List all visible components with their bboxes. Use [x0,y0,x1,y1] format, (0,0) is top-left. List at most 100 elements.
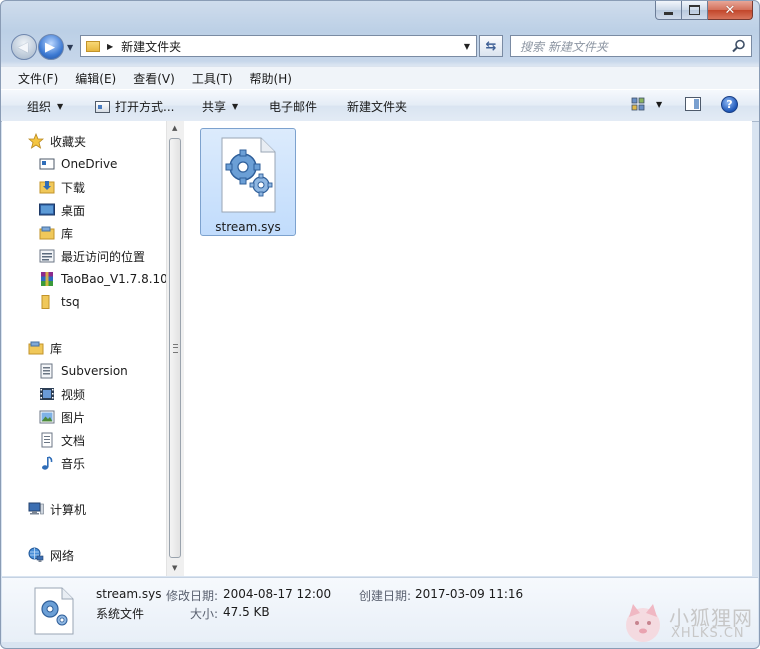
nav-item-tsq[interactable]: tsq [39,292,80,312]
documents-icon [41,432,53,448]
nav-network[interactable]: 网络 [28,545,74,565]
nav-item-label: 视频 [61,387,86,402]
maximize-icon [689,5,700,15]
nav-item-label: 下载 [61,180,86,195]
folder-icon [86,40,100,52]
nav-item-recent-places[interactable]: 最近访问的位置 [39,246,145,266]
nav-computer[interactable]: 计算机 [28,499,86,519]
nav-item-libraries-shortcut[interactable]: 库 [39,223,73,243]
nav-item-music[interactable]: 音乐 [39,453,85,473]
nav-libraries[interactable]: 库 [28,338,62,358]
open-with-icon [95,100,110,113]
nav-item-subversion[interactable]: Subversion [39,361,128,381]
scroll-down-icon[interactable]: ▼ [172,564,177,572]
address-history-dropdown-icon[interactable]: ▼ [464,42,470,51]
detail-file-type: 系统文件 [96,607,145,621]
email-button[interactable]: 电子邮件 [269,98,317,115]
menu-file[interactable]: 文件(F) [18,70,58,87]
nav-item-label: 图片 [61,410,86,425]
refresh-button[interactable]: ⇆ [479,35,503,57]
share-label: 共享 [202,100,227,114]
maximize-button[interactable] [682,1,708,20]
nav-item-label: 音乐 [61,456,86,471]
organize-button[interactable]: 组织 ▼ [27,98,63,115]
breadcrumb-current[interactable]: 新建文件夹 [121,38,181,55]
help-icon[interactable]: ? [721,96,738,113]
breadcrumb-chevron-icon[interactable]: ▶ [107,42,113,51]
recent-places-icon [39,249,55,263]
menu-view[interactable]: 查看(V) [133,70,175,87]
nav-favorites[interactable]: 收藏夹 [28,131,86,151]
nav-libraries-label: 库 [50,341,63,356]
scrollbar-grip-icon [173,344,178,353]
subversion-library-icon [40,363,53,379]
nav-item-documents[interactable]: 文档 [39,430,85,450]
detail-file-name: stream.sys [96,587,162,601]
detail-modified-value: 2004-08-17 12:00 [223,587,332,601]
fox-logo-icon [626,604,660,642]
detail-created-value: 2017-03-09 11:16 [415,587,524,601]
library-icon [39,226,55,240]
file-name: stream.sys [215,220,281,234]
nav-item-videos[interactable]: 视频 [39,384,85,404]
navigation-pane: 收藏夹 OneDrive 下载 桌面 库 最近访问的位置 TaoBao_V1.7… [2,121,184,576]
detail-size-value: 47.5 KB [223,605,270,619]
nav-item-onedrive[interactable]: OneDrive [39,154,117,174]
computer-icon [28,502,44,515]
detail-modified-label: 修改日期: [166,589,219,603]
detail-created-label: 创建日期: [359,589,412,603]
open-with-label: 打开方式... [115,100,175,114]
nav-item-label: Subversion [61,364,128,378]
file-item[interactable]: stream.sys [200,128,296,236]
menu-tools[interactable]: 工具(T) [192,70,233,87]
network-icon [28,547,44,562]
music-icon [42,456,53,470]
new-folder-button[interactable]: 新建文件夹 [347,98,407,115]
nav-favorites-label: 收藏夹 [50,134,87,149]
star-icon [28,133,44,149]
chevron-down-icon: ▼ [232,102,239,111]
forward-arrow-icon: ▶ [45,40,55,55]
open-with-button[interactable]: 打开方式... [95,98,174,115]
search-icon[interactable] [732,39,746,53]
back-button[interactable]: ◀ [11,34,37,60]
file-list-area[interactable]: stream.sys [184,121,752,576]
close-icon: ✕ [724,2,736,18]
preview-pane-icon[interactable] [685,97,701,111]
search-input[interactable]: 搜索 新建文件夹 [510,35,752,57]
caption-buttons: ✕ [655,1,753,21]
view-options-dropdown-icon[interactable]: ▼ [656,100,662,109]
nav-item-label: OneDrive [61,157,118,171]
address-bar[interactable]: ▶ 新建文件夹 ▼ [80,35,477,57]
nav-item-downloads[interactable]: 下载 [39,177,85,197]
share-button[interactable]: 共享 ▼ [202,98,238,115]
command-toolbar: 组织 ▼ 打开方式... 共享 ▼ 电子邮件 新建文件夹 ▼ ? [1,89,759,122]
scroll-up-icon[interactable]: ▲ [172,124,177,132]
menu-bar: 文件(F) 编辑(E) 查看(V) 工具(T) 帮助(H) [1,66,759,89]
nav-item-pictures[interactable]: 图片 [39,407,85,427]
nav-item-label: 最近访问的位置 [61,249,146,264]
video-icon [40,388,54,400]
menu-edit[interactable]: 编辑(E) [75,70,116,87]
nav-item-label: tsq [61,295,80,309]
scrollbar-thumb[interactable] [169,138,181,558]
new-folder-label: 新建文件夹 [347,100,408,114]
explorer-window: ✕ ◀ ▶ ▼ ▶ 新建文件夹 ▼ ⇆ 搜索 新建文件夹 文件(F) 编辑(E)… [0,0,760,649]
watermark-en: XHLKS.CN [671,626,745,641]
change-view-icon[interactable] [631,97,645,111]
close-button[interactable]: ✕ [708,1,753,20]
nav-item-taobao[interactable]: TaoBao_V1.7.8.10_ [39,269,174,289]
menu-help[interactable]: 帮助(H) [250,70,292,87]
detail-size-label: 大小: [190,607,219,621]
forward-button[interactable]: ▶ [38,34,64,60]
nav-computer-label: 计算机 [50,502,87,517]
nav-pane-scrollbar[interactable]: ▲ ▼ [166,121,184,576]
nav-item-desktop[interactable]: 桌面 [39,200,85,220]
nav-item-label: TaoBao_V1.7.8.10_ [61,272,174,286]
system-file-gear-icon [221,137,276,213]
chevron-down-icon: ▼ [57,102,64,111]
minimize-button[interactable] [655,1,682,20]
recent-pages-dropdown-icon[interactable]: ▼ [67,43,73,52]
organize-label: 组织 [27,100,52,114]
onedrive-icon [39,158,55,170]
